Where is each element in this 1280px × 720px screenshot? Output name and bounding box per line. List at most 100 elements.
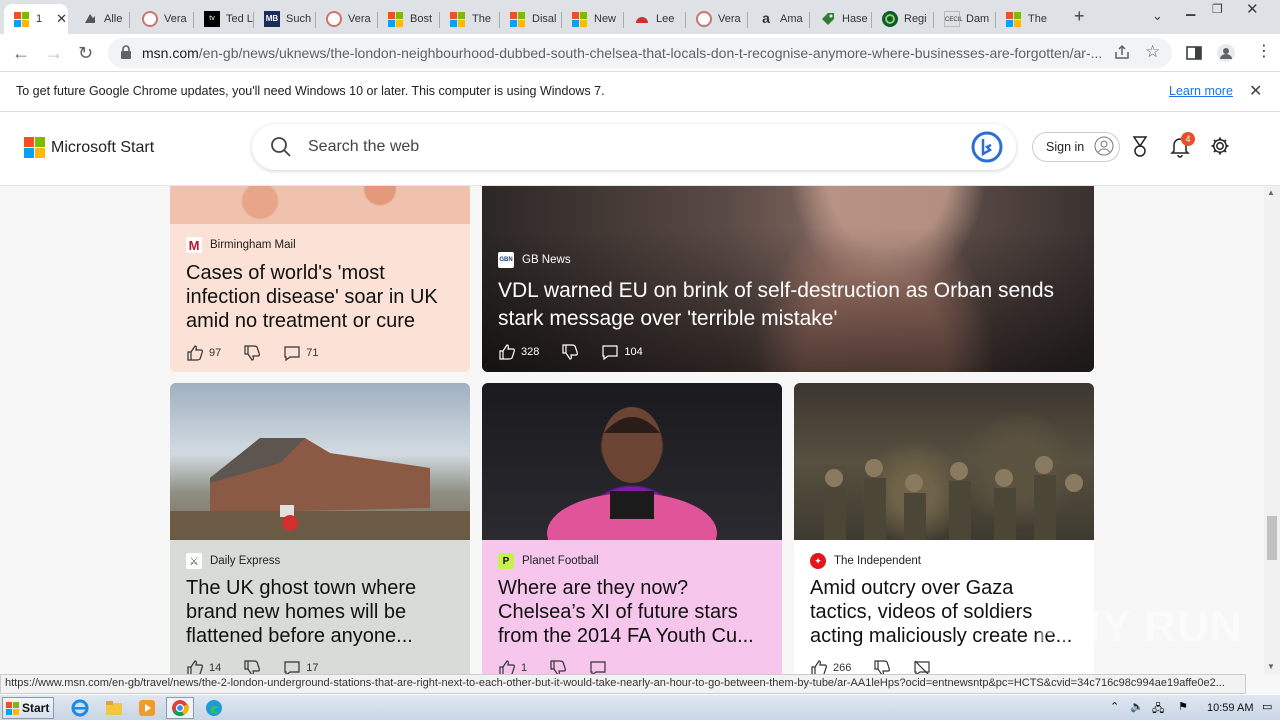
headline[interactable]: VDL warned EU on brink of self-destructi…	[498, 277, 1080, 333]
article-image[interactable]	[482, 383, 782, 573]
network-icon[interactable]: 🖧	[1152, 700, 1164, 719]
microsoft-logo-icon	[24, 137, 45, 158]
scrollbar-thumb[interactable]	[1267, 516, 1277, 560]
share-icon[interactable]	[1114, 44, 1130, 65]
clock[interactable]: 10:59 AM	[1207, 702, 1253, 714]
minimize-icon[interactable]: ▁	[1186, 2, 1195, 16]
tab[interactable]: Alle	[72, 4, 130, 34]
close-tab-icon[interactable]: ✕	[56, 11, 67, 27]
tab-label: Disal	[532, 13, 557, 25]
lock-icon[interactable]	[120, 45, 132, 64]
planet-football-logo-icon: P	[498, 553, 514, 569]
tray-expand-icon[interactable]: ⌃	[1110, 700, 1119, 713]
news-card[interactable]: M Birmingham Mail Cases of world's 'most …	[170, 186, 470, 372]
sign-in-button[interactable]: Sign in	[1032, 132, 1120, 162]
news-card[interactable]: ⚔ Daily Express The UK ghost town where b…	[170, 383, 470, 674]
show-desktop-icon[interactable]: ▭	[1262, 700, 1272, 713]
tab-label: Such	[286, 13, 312, 25]
microsoft-start-logo[interactable]: Microsoft Start	[24, 137, 154, 158]
address-bar[interactable]: msn.com/en-gb/news/uknews/the-london-nei…	[108, 38, 1172, 68]
close-window-icon[interactable]: ✕	[1246, 0, 1259, 18]
volume-icon[interactable]: 🔈	[1130, 700, 1144, 713]
rewards-icon[interactable]	[1130, 136, 1150, 163]
tab[interactable]: The	[440, 4, 500, 34]
profile-icon[interactable]	[1216, 43, 1236, 68]
article-image[interactable]	[170, 186, 470, 224]
source-name: Birmingham Mail	[210, 239, 296, 251]
internet-explorer-icon[interactable]	[66, 697, 94, 719]
article-image[interactable]	[794, 383, 1094, 540]
tab[interactable]: New	[562, 4, 624, 34]
action-center-flag-icon[interactable]: ⚑	[1178, 700, 1188, 713]
tab[interactable]: Vera	[132, 4, 194, 34]
comment-count: 17	[306, 662, 319, 674]
news-card[interactable]: P Planet Football Where are they now? Che…	[482, 383, 782, 674]
settings-gear-icon[interactable]	[1210, 136, 1230, 161]
dislike-button[interactable]	[243, 659, 261, 674]
dislike-button[interactable]	[549, 659, 567, 674]
tag-icon	[820, 11, 836, 27]
tab[interactable]: Lee	[624, 4, 686, 34]
article-image[interactable]	[170, 383, 470, 540]
tab[interactable]: Hase	[810, 4, 872, 34]
back-icon[interactable]: ←	[12, 43, 30, 64]
dislike-button[interactable]	[561, 343, 579, 361]
tab[interactable]: Disal	[500, 4, 562, 34]
comments-button[interactable]	[589, 659, 607, 674]
scroll-down-icon[interactable]: ▼	[1267, 662, 1275, 671]
tab[interactable]: MB Such	[254, 4, 316, 34]
file-explorer-icon[interactable]	[100, 697, 128, 719]
reload-icon[interactable]: ↻	[78, 43, 93, 64]
news-card-featured[interactable]: GBN GB News VDL warned EU on brink of sel…	[482, 186, 1094, 372]
new-tab-icon[interactable]: +	[1074, 6, 1085, 27]
tab-active[interactable]: 1 ✕	[4, 4, 68, 34]
tab[interactable]: CECIL Dam	[934, 4, 996, 34]
edge-icon[interactable]	[200, 697, 228, 719]
bookmark-star-icon[interactable]: ☆	[1145, 42, 1160, 62]
comments-button[interactable]: 17	[283, 659, 319, 674]
tab[interactable]: Vera	[316, 4, 378, 34]
forward-icon[interactable]: →	[45, 43, 63, 64]
thumbs-down-icon	[244, 660, 261, 674]
more-menu-icon[interactable]: ⋮	[1256, 43, 1272, 61]
like-button[interactable]: 328	[498, 343, 539, 361]
learn-more-link[interactable]: Learn more	[1169, 84, 1233, 98]
chrome-taskbar-icon[interactable]	[166, 697, 194, 719]
dislike-button[interactable]	[243, 344, 261, 362]
tab[interactable]: Bost	[378, 4, 440, 34]
like-button[interactable]: 266	[810, 659, 851, 674]
restore-icon[interactable]: ❐	[1212, 2, 1223, 16]
comments-disabled-button[interactable]	[913, 659, 931, 674]
tab-label: Dam	[966, 13, 990, 25]
like-button[interactable]: 97	[186, 344, 221, 362]
like-button[interactable]: 1	[498, 659, 527, 674]
url-path: /en-gb/news/uknews/the-london-neighbourh…	[198, 45, 1102, 61]
tab[interactable]: tv Ted L	[194, 4, 254, 34]
tab[interactable]: Vera	[686, 4, 748, 34]
web-search-box[interactable]: Search the web	[252, 124, 1016, 170]
card-actions: 328 104	[498, 343, 643, 361]
side-panel-icon[interactable]	[1186, 45, 1202, 66]
tab-label: Bost	[410, 13, 433, 25]
tab[interactable]: a Ama	[748, 4, 810, 34]
browser-toolbar: ← → ↻ msn.com/en-gb/news/uknews/the-lond…	[0, 34, 1280, 72]
comments-button[interactable]: 104	[601, 343, 643, 361]
start-button[interactable]: Start	[2, 697, 54, 719]
thumbs-up-icon	[187, 345, 203, 361]
tab[interactable]: The	[996, 4, 1058, 34]
headline[interactable]: The UK ghost town where brand new homes …	[186, 576, 456, 648]
bing-chat-icon[interactable]	[970, 130, 1004, 169]
media-player-icon[interactable]	[133, 697, 161, 719]
dislike-button[interactable]	[873, 659, 891, 674]
scroll-up-icon[interactable]: ▲	[1267, 188, 1275, 197]
headline[interactable]: Cases of world's 'most infection disease…	[186, 261, 456, 333]
headline[interactable]: Where are they now? Chelsea’s XI of futu…	[498, 576, 768, 648]
page-scrollbar[interactable]: ▲ ▼	[1264, 186, 1280, 674]
tab-search-icon[interactable]: ⌄	[1152, 8, 1163, 24]
comments-button[interactable]: 71	[283, 344, 319, 362]
daily-express-logo-icon: ⚔	[186, 553, 202, 569]
verasafe-icon	[326, 11, 342, 27]
like-button[interactable]: 14	[186, 659, 221, 674]
close-infobar-icon[interactable]: ✕	[1249, 81, 1262, 101]
tab[interactable]: Regi	[872, 4, 934, 34]
